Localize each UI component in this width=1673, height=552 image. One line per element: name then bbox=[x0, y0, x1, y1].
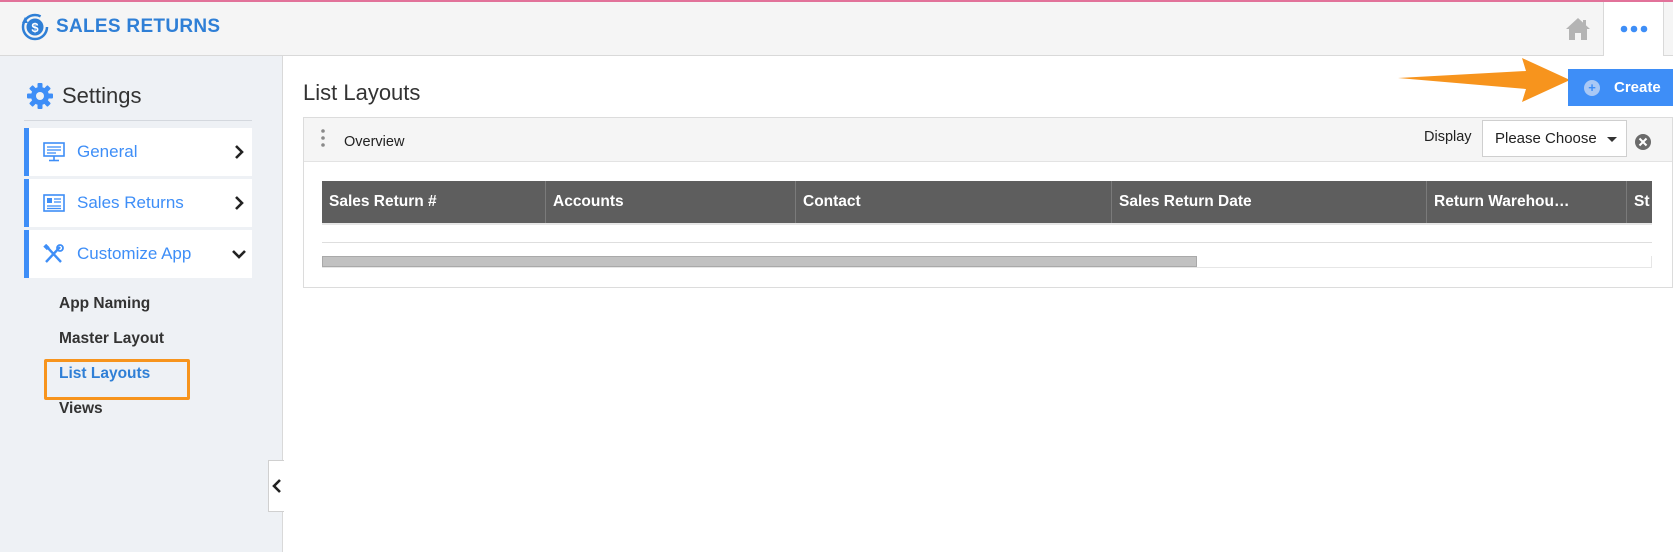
column-header-accounts[interactable]: Accounts bbox=[546, 181, 796, 223]
caret-down-icon bbox=[1607, 137, 1617, 142]
display-label: Display bbox=[1424, 129, 1472, 145]
display-select[interactable]: Please Choose bbox=[1482, 120, 1627, 157]
chevron-right-icon bbox=[235, 145, 244, 159]
panel-header: Overview Display Please Choose bbox=[304, 118, 1672, 162]
sidebar-item-customize-app[interactable]: Customize App bbox=[24, 230, 252, 278]
column-header-sales-return-number[interactable]: Sales Return # bbox=[322, 181, 546, 223]
list-layout-table-header: Sales Return # Accounts Contact Sales Re… bbox=[322, 181, 1652, 223]
gear-icon bbox=[27, 83, 53, 109]
tools-icon bbox=[43, 244, 64, 263]
dollar-refresh-icon: $ bbox=[21, 13, 49, 41]
panel-title: Overview bbox=[344, 134, 405, 150]
home-button[interactable] bbox=[1552, 2, 1604, 56]
display-select-value: Please Choose bbox=[1495, 130, 1597, 147]
chevron-down-icon bbox=[232, 250, 246, 259]
column-header-return-warehouse[interactable]: Return Warehou… bbox=[1427, 181, 1627, 223]
svg-text:$: $ bbox=[31, 20, 39, 35]
sidebar-item-label: General bbox=[77, 142, 138, 161]
divider bbox=[322, 223, 1652, 225]
column-header-contact[interactable]: Contact bbox=[796, 181, 1112, 223]
sidebar-collapse-toggle[interactable] bbox=[268, 460, 284, 512]
sidebar-item-label: Customize App bbox=[77, 244, 192, 263]
table-header-row: Sales Return # Accounts Contact Sales Re… bbox=[322, 181, 1652, 223]
chevron-right-icon bbox=[235, 196, 244, 210]
sidebar-item-sales-returns[interactable]: Sales Returns bbox=[24, 179, 252, 227]
settings-sidebar: Settings General Sales Returns Customize… bbox=[0, 56, 283, 552]
arrow-annotation-icon bbox=[1398, 58, 1570, 102]
column-header-status[interactable]: St bbox=[1627, 181, 1652, 223]
top-bar: $ SALES RETURNS bbox=[0, 0, 1673, 56]
sub-item-master-layout[interactable]: Master Layout bbox=[59, 330, 164, 348]
chevron-left-icon bbox=[271, 479, 281, 493]
form-icon bbox=[43, 194, 65, 212]
column-header-sales-return-date[interactable]: Sales Return Date bbox=[1112, 181, 1427, 223]
sub-item-views[interactable]: Views bbox=[59, 400, 103, 418]
settings-header: Settings bbox=[26, 82, 142, 110]
horizontal-scrollbar-thumb[interactable] bbox=[322, 256, 1197, 267]
more-options-button[interactable] bbox=[1604, 2, 1664, 56]
page-title: List Layouts bbox=[303, 80, 421, 105]
home-icon bbox=[1565, 18, 1590, 40]
close-circle-icon[interactable] bbox=[1634, 133, 1652, 151]
divider bbox=[24, 120, 252, 121]
monitor-icon bbox=[43, 142, 65, 162]
active-item-highlight bbox=[44, 359, 190, 400]
create-button-label: Create bbox=[1614, 79, 1661, 96]
sidebar-item-general[interactable]: General bbox=[24, 128, 252, 176]
sub-item-app-naming[interactable]: App Naming bbox=[59, 295, 150, 313]
create-button[interactable]: + Create bbox=[1568, 69, 1673, 106]
sidebar-item-label: Sales Returns bbox=[77, 193, 184, 212]
drag-handle-icon[interactable] bbox=[321, 128, 325, 150]
app-title[interactable]: SALES RETURNS bbox=[56, 16, 220, 38]
overview-panel: Overview Display Please Choose Sales Ret… bbox=[303, 117, 1673, 288]
divider bbox=[322, 242, 1652, 243]
more-dots-icon bbox=[1620, 25, 1647, 33]
plus-circle-icon: + bbox=[1584, 79, 1600, 96]
settings-title: Settings bbox=[62, 83, 142, 108]
